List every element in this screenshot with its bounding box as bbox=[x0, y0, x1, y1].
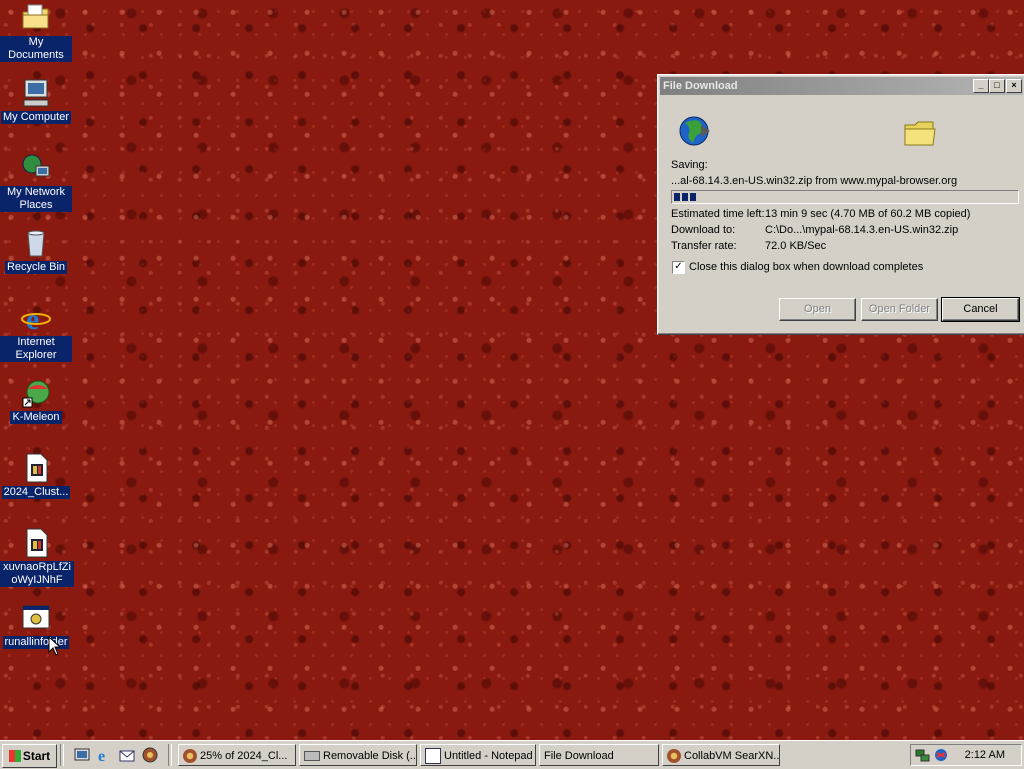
desktop-icon-my-computer[interactable]: My Computer bbox=[0, 77, 72, 124]
file-download-dialog: File Download _ □ × Saving: ...al-68.14.… bbox=[657, 74, 1024, 335]
k-meleon-icon[interactable] bbox=[142, 747, 158, 763]
network-icon[interactable] bbox=[915, 747, 931, 763]
program-icon bbox=[20, 602, 52, 634]
show-desktop-icon[interactable] bbox=[74, 747, 90, 763]
task-button-file-download[interactable]: File Download bbox=[539, 744, 659, 766]
file-icon bbox=[20, 527, 52, 559]
svg-text:e: e bbox=[98, 748, 105, 763]
cancel-button[interactable]: Cancel bbox=[941, 297, 1020, 322]
close-when-done-label[interactable]: Close this dialog box when download comp… bbox=[689, 261, 923, 273]
k-meleon-icon bbox=[20, 377, 52, 409]
task-button-collabvm-searxng[interactable]: CollabVM SearXN... bbox=[662, 744, 780, 766]
taskbar: Start e 25% of 2024_Cl... Removable Disk… bbox=[0, 740, 1024, 769]
task-button-notepad[interactable]: Untitled - Notepad bbox=[420, 744, 536, 766]
start-button[interactable]: Start bbox=[2, 744, 57, 768]
mouse-cursor-icon bbox=[48, 636, 60, 656]
dialog-titlebar[interactable]: File Download _ □ × bbox=[660, 77, 1023, 95]
transfer-rate-label: Transfer rate: bbox=[671, 240, 737, 252]
task-button-removable-disk[interactable]: Removable Disk (... bbox=[299, 744, 417, 766]
start-label: Start bbox=[22, 749, 51, 763]
internet-explorer-icon: e bbox=[20, 302, 52, 336]
task-button-download-progress[interactable]: 25% of 2024_Cl... bbox=[178, 744, 296, 766]
desktop-icon-k-meleon[interactable]: K-Meleon bbox=[0, 377, 72, 424]
progress-block bbox=[674, 193, 680, 201]
taskbar-separator bbox=[168, 744, 172, 766]
close-when-done-checkbox[interactable]: ✓ bbox=[672, 261, 685, 274]
security-shield-icon[interactable] bbox=[933, 747, 949, 763]
k-meleon-icon bbox=[183, 749, 197, 764]
outlook-express-icon[interactable] bbox=[119, 747, 135, 763]
dialog-title: File Download bbox=[663, 80, 738, 92]
desktop-icon-recycle-bin[interactable]: Recycle Bin bbox=[0, 227, 72, 274]
notepad-icon bbox=[425, 748, 441, 765]
desktop-icon-internet-explorer[interactable]: e Internet Explorer bbox=[0, 302, 72, 362]
saving-label: Saving: bbox=[671, 159, 708, 171]
open-folder-button[interactable]: Open Folder bbox=[861, 298, 938, 321]
clock[interactable]: 2:12 AM bbox=[965, 745, 1005, 765]
network-places-icon bbox=[20, 152, 52, 184]
desktop-icon-network-places[interactable]: My Network Places bbox=[0, 152, 72, 212]
transfer-rate-value: 72.0 KB/Sec bbox=[765, 240, 827, 252]
desktop-icon-my-documents[interactable]: My Documents bbox=[0, 2, 72, 62]
open-button[interactable]: Open bbox=[779, 298, 856, 321]
desktop-icon-file-xuvnao[interactable]: xuvnaoRpLfZioWyIJNhF bbox=[0, 527, 74, 587]
download-progress-bar bbox=[671, 190, 1019, 204]
svg-text:e: e bbox=[26, 303, 39, 334]
close-button[interactable]: × bbox=[1006, 79, 1022, 93]
system-tray: 2:12 AM bbox=[910, 744, 1022, 766]
minimize-button[interactable]: _ bbox=[973, 79, 989, 93]
desktop-icon-runallinfolder[interactable]: runallinfolder bbox=[0, 602, 72, 649]
windows-logo-icon bbox=[8, 750, 21, 762]
k-meleon-icon bbox=[667, 749, 681, 764]
recycle-bin-icon bbox=[20, 227, 52, 259]
download-to-value: C:\Do...\mypal-68.14.3.en-US.win32.zip bbox=[765, 224, 959, 236]
drive-icon bbox=[304, 751, 320, 762]
progress-fill bbox=[674, 193, 696, 201]
progress-block bbox=[690, 193, 696, 201]
globe-icon bbox=[679, 116, 710, 146]
maximize-button[interactable]: □ bbox=[989, 79, 1005, 93]
download-filename: ...al-68.14.3.en-US.win32.zip from www.m… bbox=[671, 175, 958, 187]
progress-block bbox=[682, 193, 688, 201]
folder-icon bbox=[904, 121, 936, 146]
my-documents-icon bbox=[20, 2, 52, 34]
time-left-value: 13 min 9 sec (4.70 MB of 60.2 MB copied) bbox=[765, 208, 971, 220]
desktop-icon-file-2024[interactable]: 2024_Clust... bbox=[0, 452, 72, 499]
download-to-label: Download to: bbox=[671, 224, 736, 236]
time-left-label: Estimated time left: bbox=[671, 208, 765, 220]
my-computer-icon bbox=[20, 77, 52, 109]
internet-explorer-icon[interactable]: e bbox=[96, 747, 112, 763]
taskbar-separator bbox=[60, 744, 64, 766]
file-icon bbox=[20, 452, 52, 484]
